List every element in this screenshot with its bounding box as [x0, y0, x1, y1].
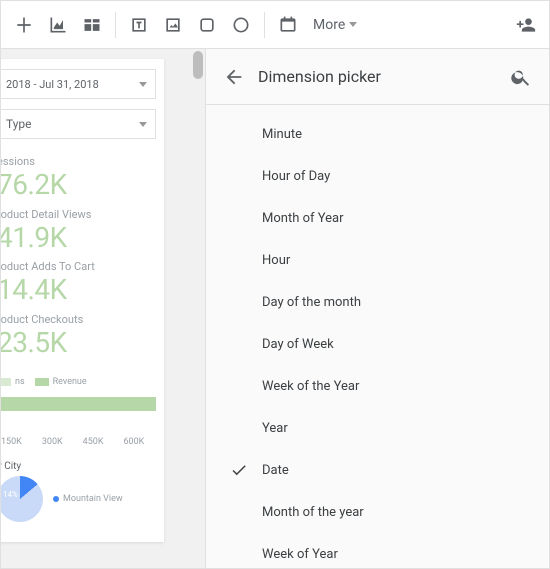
chart-axis: 150K 300K 450K 600K	[1, 437, 156, 447]
add-person-icon[interactable]	[509, 8, 543, 42]
table-icon[interactable]	[75, 8, 109, 42]
metric-label: roduct Detail Views	[1, 208, 156, 221]
date-range-text: 2018 - Jul 31, 2018	[6, 78, 99, 91]
chart-area-icon[interactable]	[41, 8, 75, 42]
separator	[115, 12, 116, 38]
dimension-item[interactable]: Day of the month	[206, 281, 549, 323]
section-title: y City	[1, 461, 156, 472]
dimension-item[interactable]: Minute	[206, 113, 549, 155]
metric-value: 23.5K	[1, 326, 156, 360]
report-canvas: 2018 - Jul 31, 2018 Type essions76.2K rod…	[1, 49, 191, 568]
dimension-label: Minute	[262, 127, 302, 142]
dimension-item[interactable]: Month of Year	[206, 197, 549, 239]
dimension-list: Minute Hour of Day Month of Year Hour Day of…	[206, 105, 549, 568]
type-label: Type	[6, 117, 32, 131]
scrollbar-thumb[interactable]	[193, 51, 203, 79]
dimension-label: Hour of Day	[262, 169, 330, 184]
pie-chart: 14%	[1, 476, 43, 522]
metric-value: 41.9K	[1, 221, 156, 255]
text-box-icon[interactable]	[122, 8, 156, 42]
dimension-item[interactable]: Week of the Year	[206, 365, 549, 407]
dimension-label: Day of the month	[262, 295, 361, 310]
dimension-picker-panel: Dimension picker Minute Hour of Day Month …	[205, 49, 549, 568]
date-range-picker[interactable]: 2018 - Jul 31, 2018	[1, 69, 156, 99]
more-menu[interactable]: More	[305, 8, 365, 42]
scrollbar[interactable]	[191, 49, 205, 568]
align-center-icon[interactable]	[7, 8, 41, 42]
type-dropdown[interactable]: Type	[1, 109, 156, 139]
dimension-item[interactable]: Month of the year	[206, 491, 549, 533]
circle-icon[interactable]	[224, 8, 258, 42]
chevron-down-icon	[139, 122, 147, 127]
chevron-down-icon	[349, 22, 357, 27]
legend: ns Revenue	[1, 377, 156, 387]
metric-value: 14.4K	[1, 273, 156, 307]
rectangle-icon[interactable]	[190, 8, 224, 42]
dimension-item[interactable]: Hour of Day	[206, 155, 549, 197]
dimension-item[interactable]: Date	[206, 449, 549, 491]
panel-title: Dimension picker	[258, 67, 507, 86]
search-button[interactable]	[507, 63, 535, 91]
dimension-label: Week of Year	[262, 547, 338, 562]
pie-legend: Mountain View	[53, 494, 123, 504]
date-range-icon[interactable]	[271, 8, 305, 42]
dimension-label: Day of Week	[262, 337, 334, 352]
metric-label: roduct Adds To Cart	[1, 260, 156, 273]
dimension-label: Month of the year	[262, 505, 364, 520]
dimension-item[interactable]: Day of Week	[206, 323, 549, 365]
separator	[264, 12, 265, 38]
legend-item: ns	[15, 377, 25, 387]
check-icon	[230, 461, 248, 479]
more-label: More	[313, 17, 345, 33]
dimension-label: Date	[262, 463, 289, 478]
toolbar: More	[1, 1, 549, 49]
dimension-label: Month of Year	[262, 211, 344, 226]
dimension-item[interactable]: Week of Year	[206, 533, 549, 568]
chevron-down-icon	[139, 82, 147, 87]
image-icon[interactable]	[156, 8, 190, 42]
dimension-item[interactable]: Year	[206, 407, 549, 449]
metric-label: roduct Checkouts	[1, 313, 156, 326]
legend-item: Revenue	[53, 377, 87, 387]
dimension-label: Week of the Year	[262, 379, 359, 394]
back-button[interactable]	[220, 63, 248, 91]
dimension-label: Year	[262, 421, 288, 436]
dimension-label: Hour	[262, 253, 290, 268]
metric-value: 76.2K	[1, 168, 156, 202]
dimension-item[interactable]: Hour	[206, 239, 549, 281]
bar-chart	[1, 397, 156, 411]
metric-label: essions	[1, 155, 156, 168]
